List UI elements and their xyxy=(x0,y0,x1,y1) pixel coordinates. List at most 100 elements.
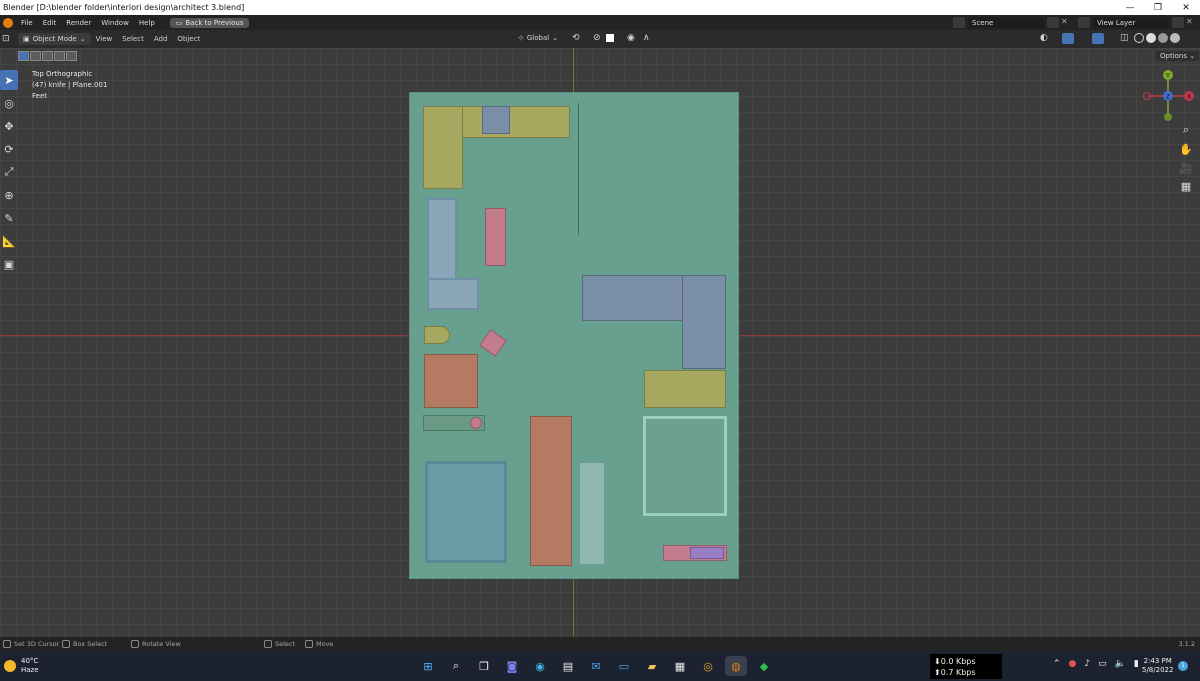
delete-view-layer-icon[interactable]: ✕ xyxy=(1186,17,1198,28)
editor-type-icon[interactable]: ⊡ xyxy=(2,34,10,44)
cursor-tool-icon[interactable]: ◎ xyxy=(0,93,18,113)
glass-door-panel[interactable] xyxy=(578,461,606,566)
lamp-object[interactable] xyxy=(479,329,507,357)
search-icon[interactable]: ⌕ xyxy=(445,656,467,676)
mouse-middle-icon xyxy=(131,640,139,648)
floor-plan[interactable] xyxy=(409,92,739,579)
menu-help[interactable]: Help xyxy=(134,19,160,27)
taskbar-clock[interactable]: 2:43 PM 5/8/2022 xyxy=(1142,657,1173,675)
perspective-grid-icon[interactable]: ▦ xyxy=(1177,178,1195,194)
new-scene-icon[interactable] xyxy=(1047,17,1059,28)
menu-add[interactable]: Add xyxy=(149,35,173,43)
close-button[interactable]: ✕ xyxy=(1172,0,1200,15)
zoom-icon[interactable]: ⌕ xyxy=(1177,122,1195,138)
gizmo-toggle-icon[interactable] xyxy=(1062,33,1074,44)
scale-tool-icon[interactable]: ⤢ xyxy=(0,162,18,182)
brown-long-table[interactable] xyxy=(530,416,572,566)
sink[interactable] xyxy=(470,417,482,429)
object-mode-label: Object Mode xyxy=(32,35,77,43)
new-view-layer-icon[interactable] xyxy=(1172,17,1184,28)
shower-enclosure[interactable] xyxy=(643,416,727,516)
object-mode-dropdown[interactable]: ▣ Object Mode ⌄ xyxy=(18,33,91,45)
delete-scene-icon[interactable]: ✕ xyxy=(1061,17,1073,28)
menu-object[interactable]: Object xyxy=(172,35,205,43)
windows-start-icon[interactable]: ⊞ xyxy=(417,656,439,676)
rotate-tool-icon[interactable]: ⟳ xyxy=(0,139,18,159)
menu-select[interactable]: Select xyxy=(117,35,149,43)
view-layer-name-field[interactable]: View Layer xyxy=(1093,17,1169,28)
scene-name-field[interactable]: Scene xyxy=(968,17,1044,28)
maximize-button[interactable]: ❐ xyxy=(1144,0,1172,15)
teams-chat-icon[interactable]: ◙ xyxy=(501,656,523,676)
options-dropdown[interactable]: Options ⌄ xyxy=(1156,51,1200,61)
menu-render[interactable]: Render xyxy=(61,19,96,27)
solid-shading-icon[interactable] xyxy=(1146,33,1156,43)
scene-selector-icon[interactable] xyxy=(953,17,965,28)
annotate-tool-icon[interactable]: ✎ xyxy=(0,208,18,228)
menu-file[interactable]: File xyxy=(16,19,38,27)
menu-window[interactable]: Window xyxy=(96,19,134,27)
microphone-icon[interactable]: ♪ xyxy=(1084,659,1090,669)
snap-icon[interactable]: ⊘ xyxy=(593,33,601,43)
display-icon[interactable]: ▭ xyxy=(1098,659,1107,669)
select-extend-icon[interactable] xyxy=(30,51,41,61)
brown-table[interactable] xyxy=(424,354,478,408)
measure-tool-icon[interactable]: 📐 xyxy=(0,231,18,251)
monitor-icon[interactable]: ▭ xyxy=(613,656,635,676)
visibility-icon[interactable]: ◐ xyxy=(1040,33,1048,43)
menu-view[interactable]: View xyxy=(91,35,118,43)
kitchen-stove[interactable] xyxy=(482,106,510,134)
wireframe-shading-icon[interactable] xyxy=(1134,33,1144,43)
security-icon[interactable]: ● xyxy=(1069,659,1077,669)
overlay-toggle-icon[interactable] xyxy=(1092,33,1104,44)
bath-mat-accent[interactable] xyxy=(690,547,724,559)
blue-l-block-vertical[interactable] xyxy=(682,275,726,369)
file-explorer-icon[interactable]: ▰ xyxy=(641,656,663,676)
transform-tool-icon[interactable]: ⊕ xyxy=(0,185,18,205)
add-cube-tool-icon[interactable]: ▣ xyxy=(0,254,18,274)
proportional-editing-icon[interactable]: ◉ xyxy=(627,33,635,43)
hint-label: Move xyxy=(316,640,334,648)
transform-orientation-dropdown[interactable]: ⊹ Global ⌄ xyxy=(518,34,558,42)
blender-taskbar-icon[interactable]: ◍ xyxy=(725,656,747,676)
select-subtract-icon[interactable] xyxy=(42,51,53,61)
edge-browser-icon[interactable]: ◉ xyxy=(529,656,551,676)
select-intersect-icon[interactable] xyxy=(66,51,77,61)
pan-hand-icon[interactable]: ✋ xyxy=(1177,141,1195,157)
select-invert-icon[interactable] xyxy=(54,51,65,61)
volume-icon[interactable]: 🔈 xyxy=(1115,659,1126,669)
xray-icon[interactable]: ◫ xyxy=(1120,33,1129,43)
toilet[interactable] xyxy=(424,326,450,344)
mail-icon[interactable]: ✉ xyxy=(585,656,607,676)
rendered-shading-icon[interactable] xyxy=(1170,33,1180,43)
blender-logo-icon[interactable] xyxy=(3,17,13,28)
snap-target-icon[interactable] xyxy=(606,34,614,42)
l-sofa-horizontal[interactable] xyxy=(427,278,479,310)
kitchen-counter-side[interactable] xyxy=(423,106,463,189)
green-app-icon[interactable]: ◆ xyxy=(753,656,775,676)
navigation-gizmo[interactable]: Y X Z xyxy=(1140,68,1196,124)
back-to-previous-button[interactable]: ▭ Back to Previous xyxy=(169,17,250,28)
falloff-icon[interactable]: ∧ xyxy=(643,33,650,43)
menu-edit[interactable]: Edit xyxy=(38,19,62,27)
news-icon[interactable]: ▦ xyxy=(669,656,691,676)
battery-icon[interactable]: ▮ xyxy=(1134,659,1139,669)
chrome-icon[interactable]: ◎ xyxy=(697,656,719,676)
store-icon[interactable]: ▤ xyxy=(557,656,579,676)
blue-bed[interactable] xyxy=(425,461,507,563)
transform-orientation-label: Global xyxy=(526,34,550,42)
notification-badge[interactable]: 1 xyxy=(1178,661,1188,671)
pink-bench[interactable] xyxy=(485,208,506,266)
show-hidden-icons-icon[interactable]: ⌃ xyxy=(1053,659,1061,669)
pivot-point-icon[interactable]: ⟲ xyxy=(572,33,580,43)
weather-widget[interactable]: 40°C Haze xyxy=(4,657,39,675)
camera-view-icon[interactable]: 🎥 xyxy=(1177,160,1195,176)
select-new-icon[interactable] xyxy=(18,51,29,61)
task-view-icon[interactable]: ❐ xyxy=(473,656,495,676)
select-box-tool-icon[interactable]: ➤ xyxy=(0,70,18,90)
minimize-button[interactable]: — xyxy=(1116,0,1144,15)
material-shading-icon[interactable] xyxy=(1158,33,1168,43)
yellow-cabinet[interactable] xyxy=(644,370,726,408)
move-tool-icon[interactable]: ✥ xyxy=(0,116,18,136)
view-layer-selector-icon[interactable] xyxy=(1078,17,1090,28)
